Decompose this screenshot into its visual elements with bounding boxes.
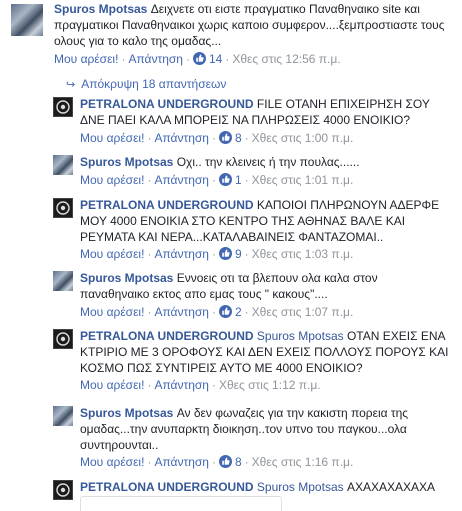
comment-body: Spuros Mpotsas Αν δεν φωναζεις για την κ… [80, 405, 440, 453]
comment-body: PETRALONA UNDERGROUND ΚΑΠΟΙΟΙ ΠΛΗΡΩΝΟΥΝ … [80, 197, 450, 245]
like-button[interactable]: Μου αρέσει! [54, 52, 118, 66]
reply-button[interactable]: Απάντηση [154, 173, 209, 187]
thumbs-up-icon [218, 173, 232, 186]
reply-button[interactable]: Απάντηση [154, 378, 209, 392]
comment-author[interactable]: PETRALONA UNDERGROUND [80, 198, 254, 212]
comment-author[interactable]: Spuros Mpotsas [80, 155, 173, 169]
comment-author[interactable]: PETRALONA UNDERGROUND [80, 97, 254, 111]
comment-time[interactable]: Χθες στις 1:01 π.μ. [252, 173, 354, 187]
avatar[interactable] [53, 198, 73, 218]
like-count[interactable]: 2 [218, 305, 242, 319]
comment-author[interactable]: Spuros Mpotsas [80, 406, 173, 420]
reply-comment: PETRALONA UNDERGROUND FILE ΟΤΑΝΗ ΕΠΙΧΕΙΡ… [0, 94, 462, 150]
comment-actions: Μου αρέσει! · Απάντηση · 8 · Χθες στις 1:00 π.… [80, 131, 354, 145]
comment-body: Spuros Mpotsas Οχι.. την κλεινεις ή την … [80, 154, 450, 170]
comment-body: PETRALONA UNDERGROUND Spuros Mpotsas ΑΧΑ… [80, 479, 455, 495]
comment-text: ΑΧΑΧΑΧΑΧΑΧΑ [346, 480, 436, 494]
reply-button[interactable]: Απάντηση [154, 455, 209, 469]
comment-time[interactable]: Χθες στις 12:56 π.μ. [232, 52, 340, 66]
mention-tag[interactable]: Spuros Mpotsas [257, 329, 344, 343]
reply-arrow-icon: ↪ [66, 79, 76, 91]
avatar[interactable] [11, 4, 43, 36]
avatar[interactable] [53, 406, 73, 426]
like-count[interactable]: 8 [218, 131, 242, 145]
thumbs-up-icon [218, 455, 232, 468]
page-logo-icon [56, 201, 70, 215]
comment-time[interactable]: Χθες στις 1:03 π.μ. [252, 247, 354, 261]
comment-body: PETRALONA UNDERGROUND Spuros Mpotsas ΟΤΑ… [80, 328, 455, 376]
comment-author[interactable]: Spuros Mpotsas [54, 2, 147, 16]
avatar[interactable] [53, 271, 73, 291]
comment-actions: Μου αρέσει! · Απάντηση · 8 · Χθες στις 1:16 π.… [80, 455, 354, 469]
like-button[interactable]: Μου αρέσει! [80, 378, 144, 392]
comment-time[interactable]: Χθες στις 1:00 π.μ. [252, 131, 354, 145]
reply-button[interactable]: Απάντηση [154, 305, 209, 319]
comment-actions: Μου αρέσει! · Απάντηση · 2 · Χθες στις 1:07 π.… [80, 305, 354, 319]
reply-comment: Spuros Mpotsas Οχι.. την κλεινεις ή την … [0, 152, 462, 192]
mention-tag[interactable]: Spuros Mpotsas [257, 480, 344, 494]
thumbs-up-icon [218, 131, 232, 144]
avatar[interactable] [53, 97, 73, 117]
avatar[interactable] [53, 480, 73, 500]
reply-comment: PETRALONA UNDERGROUND Spuros Mpotsas ΟΤΑ… [0, 326, 462, 396]
thumbs-up-icon [192, 52, 206, 65]
comment-author[interactable]: Spuros Mpotsas [80, 271, 173, 285]
thumbs-up-icon [218, 247, 232, 260]
reply-button[interactable]: Απάντηση [128, 52, 183, 66]
comment-author[interactable]: PETRALONA UNDERGROUND [80, 329, 254, 343]
like-count[interactable]: 14 [192, 52, 222, 66]
comment-actions: Μου αρέσει! · Απάντηση · Χθες στις 1:12 π.μ. [80, 378, 321, 392]
top-comment: Spuros Mpotsas Δειχνετε οτι ειστε πραγμα… [0, 0, 462, 70]
like-button[interactable]: Μου αρέσει! [80, 173, 144, 187]
reply-comment: PETRALONA UNDERGROUND ΚΑΠΟΙΟΙ ΠΛΗΡΩΝΟΥΝ … [0, 195, 462, 265]
comment-actions: Μου αρέσει! · Απάντηση · 14 · Χθες στις 12:56 … [54, 52, 341, 66]
like-count[interactable]: 1 [218, 173, 242, 187]
comment-time[interactable]: Χθες στις 1:16 π.μ. [252, 455, 354, 469]
reply-button[interactable]: Απάντηση [154, 247, 209, 261]
like-button[interactable]: Μου αρέσει! [80, 247, 144, 261]
avatar[interactable] [53, 155, 73, 175]
comment-body: PETRALONA UNDERGROUND FILE ΟΤΑΝΗ ΕΠΙΧΕΙΡ… [80, 96, 450, 128]
comment-body: Spuros Mpotsas Εννοεις οτι τα βλεπουν ολ… [80, 270, 420, 302]
page-logo-icon [56, 332, 70, 346]
reply-comment: Spuros Mpotsas Εννοεις οτι τα βλεπουν ολ… [0, 268, 462, 323]
like-button[interactable]: Μου αρέσει! [80, 131, 144, 145]
link-preview-box[interactable] [80, 496, 282, 511]
thumbs-up-icon [218, 305, 232, 318]
page-logo-icon [56, 100, 70, 114]
avatar[interactable] [53, 329, 73, 349]
comment-actions: Μου αρέσει! · Απάντηση · 9 · Χθες στις 1:03 π.… [80, 247, 354, 261]
comment-author[interactable]: PETRALONA UNDERGROUND [80, 480, 254, 494]
reply-comment: Spuros Mpotsas Αν δεν φωναζεις για την κ… [0, 403, 462, 473]
comment-body: Spuros Mpotsas Δειχνετε οτι ειστε πραγμα… [54, 1, 454, 49]
page-logo-icon [56, 483, 70, 497]
comment-actions: Μου αρέσει! · Απάντηση · 1 · Χθες στις 1:01 π.… [80, 173, 354, 187]
comment-text: Οχι.. την κλεινεις ή την πουλας...... [176, 155, 360, 169]
reply-button[interactable]: Απάντηση [154, 131, 209, 145]
like-button[interactable]: Μου αρέσει! [80, 305, 144, 319]
comment-time[interactable]: Χθες στις 1:12 π.μ. [219, 378, 321, 392]
like-count[interactable]: 9 [218, 247, 242, 261]
comment-time[interactable]: Χθες στις 1:07 π.μ. [252, 305, 354, 319]
like-button[interactable]: Μου αρέσει! [80, 455, 144, 469]
like-count[interactable]: 8 [218, 455, 242, 469]
hide-replies-link[interactable]: ↪ Απόκρυψη 18 απαντήσεων [66, 76, 226, 93]
